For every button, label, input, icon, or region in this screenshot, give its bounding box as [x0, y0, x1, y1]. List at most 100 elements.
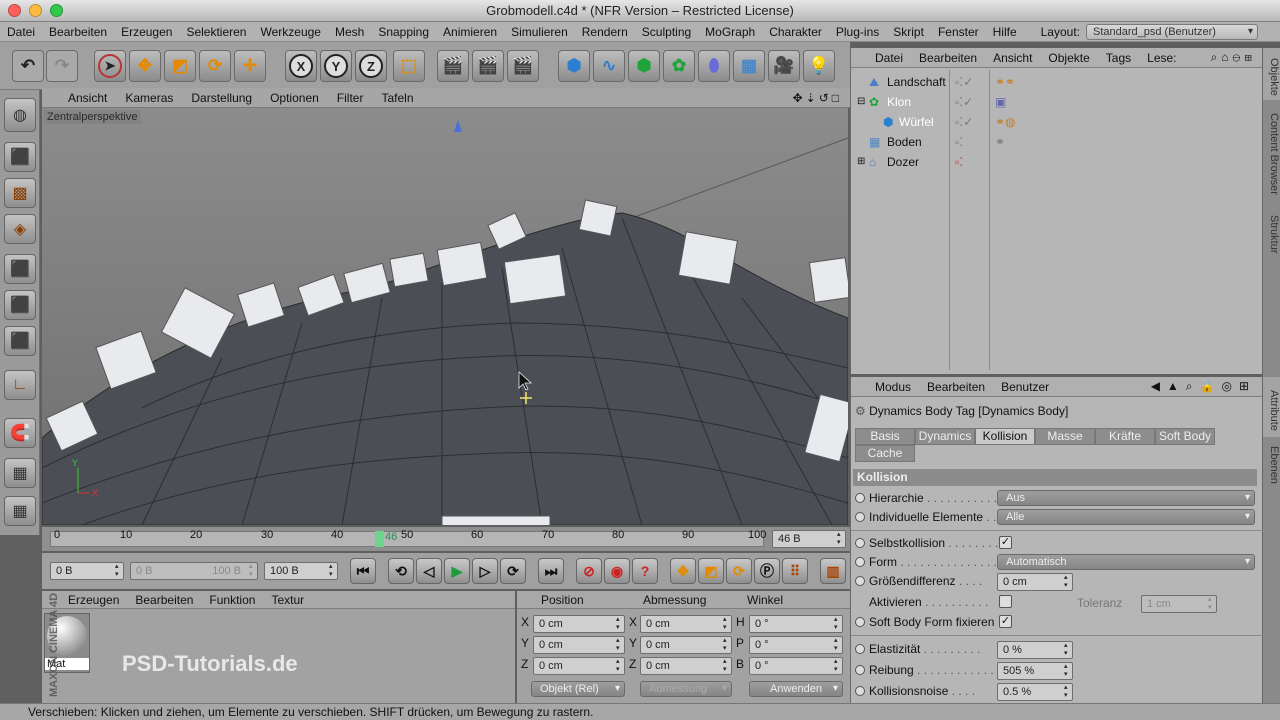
menu-hilfe[interactable]: Hilfe — [986, 25, 1024, 39]
goto-start-button[interactable]: ⏮ — [350, 558, 376, 584]
current-frame-field[interactable]: 46 B — [772, 530, 846, 548]
object-menu-lesezeichen[interactable]: Lese: — [1139, 51, 1184, 65]
menu-werkzeuge[interactable]: Werkzeuge — [253, 25, 327, 39]
next-key-button[interactable]: ⟳ — [500, 558, 526, 584]
add-cube-button[interactable]: ⬢ — [558, 50, 590, 82]
points-mode-button[interactable]: ⬛ — [4, 254, 36, 284]
object-menu-ansicht[interactable]: Ansicht — [985, 51, 1040, 65]
add-camera-button[interactable]: 🎥 — [768, 50, 800, 82]
timeline-window-button[interactable]: ▥ — [820, 558, 846, 584]
render-view-button[interactable]: 🎬 — [437, 50, 469, 82]
animate-radio[interactable] — [855, 512, 865, 522]
add-light-button[interactable]: 💡 — [803, 50, 835, 82]
add-floor-button[interactable]: ▦ — [733, 50, 765, 82]
animate-radio[interactable] — [855, 557, 865, 567]
next-frame-button[interactable]: ▷ — [472, 558, 498, 584]
menu-snapping[interactable]: Snapping — [371, 25, 436, 39]
tab-masse[interactable]: Masse — [1035, 428, 1095, 445]
animate-radio[interactable] — [855, 576, 865, 586]
visibility-dots-icon[interactable]: ▫⁚✓ — [955, 72, 973, 92]
preview-range-field[interactable]: 0 B 100 B — [130, 562, 258, 580]
kollisionsnoise-field[interactable]: 0.5 % — [997, 683, 1073, 701]
menu-fenster[interactable]: Fenster — [931, 25, 986, 39]
menu-simulieren[interactable]: Simulieren — [504, 25, 575, 39]
animate-radio[interactable] — [855, 644, 865, 654]
tab-kraefte[interactable]: Kräfte — [1095, 428, 1155, 445]
keyframe-selection-button[interactable]: ? — [632, 558, 658, 584]
move-tool-button[interactable]: ✥ — [129, 50, 161, 82]
key-scale-button[interactable]: ◩ — [698, 558, 724, 584]
object-mode-button[interactable]: ⬛ — [4, 142, 36, 172]
collapse-toggle-icon[interactable]: ⊟ — [857, 92, 865, 112]
material-menu-textur[interactable]: Textur — [263, 593, 312, 607]
play-button[interactable]: ▶ — [444, 558, 470, 584]
expand-toggle-icon[interactable]: ⊞ — [857, 152, 865, 172]
side-tab-ebenen[interactable]: Ebenen — [1262, 437, 1280, 487]
size-y-field[interactable]: 0 cm — [640, 636, 732, 654]
apply-button[interactable]: Anwenden — [749, 681, 843, 697]
edges-mode-button[interactable]: ⬛ — [4, 290, 36, 320]
menu-erzeugen[interactable]: Erzeugen — [114, 25, 179, 39]
menu-datei[interactable]: Datei — [0, 25, 42, 39]
tab-kollision[interactable]: Kollision — [975, 428, 1035, 445]
object-row-wuerfel[interactable]: ⬢ Würfel ▫⁚✓ ⚭◍ — [851, 112, 1263, 132]
autokey-button[interactable]: ◉ — [604, 558, 630, 584]
scale-tool-button[interactable]: ◩ — [164, 50, 196, 82]
viewport-menu-darstellung[interactable]: Darstellung — [182, 91, 261, 105]
object-row-dozer[interactable]: ⊞ ⌂ Dozer ▫⁚ — [851, 152, 1263, 172]
end-frame-field[interactable]: 100 B — [264, 562, 338, 580]
mograph-tag-icon[interactable]: ▣ — [995, 92, 1006, 112]
attribute-menu-benutzer[interactable]: Benutzer — [993, 380, 1057, 394]
aktivieren-checkbox[interactable] — [999, 595, 1012, 608]
record-keys-button[interactable]: ⊘ — [576, 558, 602, 584]
viewport-nav-icons[interactable]: ✥⇣↺□ — [793, 91, 850, 105]
viewport-menu-tafeln[interactable]: Tafeln — [372, 91, 422, 105]
goto-end-button[interactable]: ⏭ — [538, 558, 564, 584]
menu-bearbeiten[interactable]: Bearbeiten — [42, 25, 114, 39]
collider-tag-icon[interactable]: ⚭ — [995, 132, 1005, 152]
viewport-menu-ansicht[interactable]: Ansicht — [42, 91, 116, 105]
size-z-field[interactable]: 0 cm — [640, 657, 732, 675]
object-row-klon[interactable]: ⊟ ✿ Klon ▫⁚✓ ▣ — [851, 92, 1263, 112]
menu-animieren[interactable]: Animieren — [436, 25, 504, 39]
form-select[interactable]: Automatisch — [997, 554, 1255, 570]
coordinate-mode-select[interactable]: Objekt (Rel) — [531, 681, 625, 697]
tab-cache[interactable]: Cache — [855, 445, 915, 462]
timeline-playhead[interactable] — [375, 531, 384, 547]
tab-basis[interactable]: Basis — [855, 428, 915, 445]
rotation-h-field[interactable]: 0 ° — [749, 615, 843, 633]
add-array-button[interactable]: ✿ — [663, 50, 695, 82]
selbstkollision-checkbox[interactable]: ✓ — [999, 536, 1012, 549]
side-tab-attribute[interactable]: Attribute — [1262, 377, 1280, 437]
dynamics-material-tag-icon[interactable]: ⚭◍ — [995, 112, 1016, 132]
live-transform-button[interactable]: ✛ — [234, 50, 266, 82]
menu-rendern[interactable]: Rendern — [575, 25, 635, 39]
menu-plugins[interactable]: Plug-ins — [829, 25, 886, 39]
tab-soft-body[interactable]: Soft Body — [1155, 428, 1215, 445]
x-axis-lock-button[interactable]: X — [285, 50, 317, 82]
axis-mode-button[interactable]: ∟ — [4, 370, 36, 400]
select-tool-button[interactable]: ➤ — [94, 50, 126, 82]
prev-frame-button[interactable]: ◁ — [416, 558, 442, 584]
material-menu-funktion[interactable]: Funktion — [201, 593, 263, 607]
hierarchie-select[interactable]: Aus — [997, 490, 1255, 506]
start-frame-field[interactable]: 0 B — [50, 562, 124, 580]
animate-radio[interactable] — [855, 617, 865, 627]
position-y-field[interactable]: 0 cm — [533, 636, 625, 654]
animate-radio[interactable] — [855, 665, 865, 675]
attribute-nav-icons[interactable]: ◀▲⌕🔒◎⊞ — [1151, 379, 1262, 394]
viewport-menu-optionen[interactable]: Optionen — [261, 91, 328, 105]
reibung-field[interactable]: 505 % — [997, 662, 1073, 680]
object-menu-datei[interactable]: Datei — [851, 51, 911, 65]
object-menu-objekte[interactable]: Objekte — [1040, 51, 1097, 65]
layout-select[interactable]: Standard_psd (Benutzer) — [1086, 23, 1258, 40]
key-pla-button[interactable]: ⠿ — [782, 558, 808, 584]
workplane-button[interactable]: ◈ — [4, 214, 36, 244]
polygons-mode-button[interactable]: ⬛ — [4, 326, 36, 356]
attribute-menu-bearbeiten[interactable]: Bearbeiten — [919, 380, 993, 394]
visibility-dots-icon[interactable]: ▫⁚ — [955, 132, 963, 152]
render-picture-viewer-button[interactable]: 🎬 — [472, 50, 504, 82]
visibility-dots-icon[interactable]: ▫⁚ — [955, 152, 963, 172]
side-tab-objekte[interactable]: Objekte — [1262, 48, 1280, 100]
elastizitaet-field[interactable]: 0 % — [997, 641, 1073, 659]
